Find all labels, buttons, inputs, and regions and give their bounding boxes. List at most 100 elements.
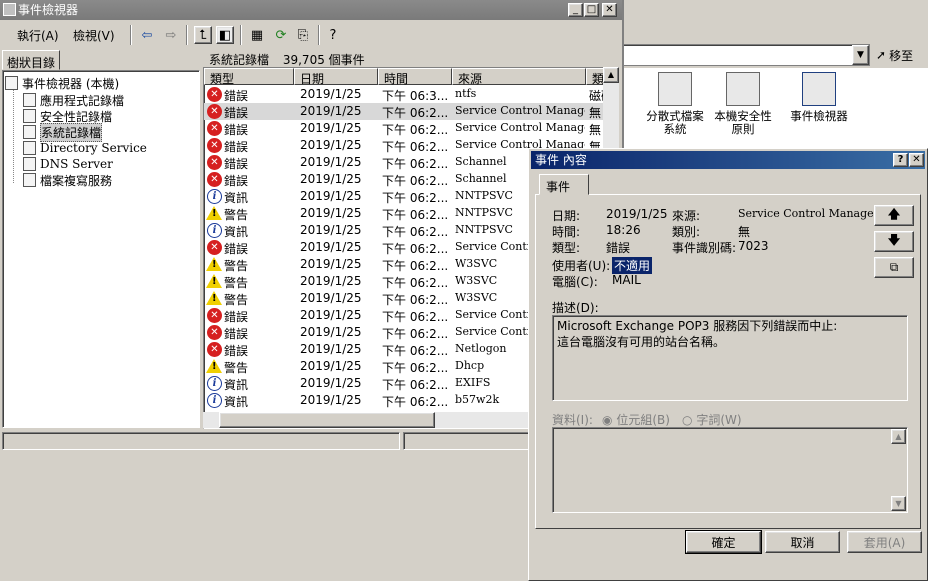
radio-empty-icon: ○ (682, 413, 693, 427)
dialog-titlebar: 事件 內容 ? ✕ (531, 151, 925, 169)
data-box[interactable]: ▲ ▼ (552, 427, 908, 513)
previous-event-button[interactable]: 🡅 (874, 205, 914, 226)
words-radio[interactable]: ○ 字詞(W) (682, 411, 742, 428)
tree-pane: 事件檢視器 (本機) 應用程式記錄檔 安全性記錄檔 系統記錄檔 Director… (2, 70, 200, 428)
tree-item-application[interactable]: 應用程式記錄檔 (23, 92, 124, 108)
cell-time: 下午 06:3... (382, 89, 449, 103)
cell-date: 2019/1/25 (300, 121, 362, 135)
tree-root[interactable]: 事件檢視器 (本機) (5, 75, 119, 91)
column-header-source[interactable]: 來源 (452, 68, 586, 86)
column-header-date[interactable]: 日期 (294, 68, 378, 86)
export-list-icon[interactable]: ⎘ (294, 26, 312, 44)
dropdown-arrow-icon[interactable]: ▼ (852, 45, 869, 65)
cell-time: 下午 06:2... (382, 106, 449, 120)
error-icon: ✕ (207, 240, 222, 255)
info-icon: i (207, 223, 222, 238)
data-scroll-down-icon[interactable]: ▼ (891, 496, 906, 511)
cell-type: 資訊 (224, 378, 249, 392)
up-folder-icon[interactable]: ⮤ (194, 26, 212, 44)
cell-type: 錯誤 (224, 123, 249, 137)
cell-time: 下午 06:2... (382, 191, 449, 205)
category-value: 無 (738, 225, 751, 239)
cell-type: 錯誤 (224, 174, 249, 188)
list-title: 系統記錄檔 (209, 53, 270, 67)
tree-item-dns-server[interactable]: DNS Server (23, 156, 113, 172)
cell-type: 資訊 (224, 395, 249, 409)
tree-item-directory-service[interactable]: Directory Service (23, 140, 147, 156)
cell-date: 2019/1/25 (300, 189, 362, 203)
event-count: 39,705 個事件 (282, 53, 365, 67)
description-box[interactable]: Microsoft Exchange POP3 服務因下列錯誤而中止: 這台電腦… (552, 315, 908, 401)
cancel-button[interactable]: 取消 (765, 531, 840, 553)
dialog-close-button[interactable]: ✕ (909, 153, 924, 167)
user-value[interactable]: 不適用 (612, 257, 653, 274)
menu-toolbar: 執行(A) 檢視(V) ⇦ ⇨ ⮤ ◧ ▦ ⟳ ⎘ ? (0, 21, 622, 47)
cell-time: 下午 06:2... (382, 123, 449, 137)
menu-action[interactable]: 執行(A) (12, 25, 64, 46)
back-arrow-icon[interactable]: ⇦ (138, 26, 156, 44)
cell-time: 下午 06:2... (382, 327, 449, 341)
maximize-button[interactable]: □ (584, 3, 599, 17)
data-scroll-up-icon[interactable]: ▲ (891, 429, 906, 444)
column-header-time[interactable]: 時間 (378, 68, 452, 86)
data-label: 資料(I): (552, 413, 593, 427)
go-button[interactable]: ➚ 移至 (876, 44, 926, 66)
description-label: 描述(D): (552, 301, 599, 315)
cell-time: 下午 06:2... (382, 395, 449, 409)
event-viewer-shortcut[interactable]: 事件檢視器 (774, 72, 864, 123)
copy-icon: ⧉ (889, 260, 899, 274)
scroll-thumb[interactable] (219, 412, 435, 428)
help-button[interactable]: ? (893, 153, 908, 167)
tab-event[interactable]: 事件 (539, 174, 589, 195)
computer-icon (5, 76, 18, 90)
scroll-up-icon[interactable]: ▲ (603, 67, 619, 83)
tab-tree[interactable]: 樹狀目錄 (2, 50, 60, 70)
cell-time: 下午 06:2... (382, 344, 449, 358)
forward-arrow-icon[interactable]: ⇨ (162, 26, 180, 44)
log-icon (23, 93, 36, 107)
cell-time: 下午 06:2... (382, 378, 449, 392)
table-row[interactable]: ✕錯誤2019/1/25下午 06:3...ntfs磁碟 (204, 86, 606, 103)
close-button[interactable]: ✕ (602, 3, 617, 17)
tree-item-file-replication[interactable]: 檔案複寫服務 (23, 172, 112, 188)
cell-type: 警告 (224, 259, 249, 273)
table-row[interactable]: ✕ 錯誤 2019/1/25 下午 06:2... Service Control Ma… (204, 120, 606, 137)
dfs-icon (658, 72, 692, 106)
refresh-icon[interactable]: ⟳ (272, 26, 290, 44)
error-icon: ✕ (207, 172, 222, 187)
cell-time: 下午 06:2... (382, 293, 449, 307)
menu-view[interactable]: 檢視(V) (68, 25, 120, 46)
cell-source: Service Control Manager (455, 121, 585, 134)
ok-button[interactable]: 確定 (685, 530, 762, 554)
computer-label: 電腦(C): (552, 275, 598, 289)
cell-type: 警告 (224, 361, 249, 375)
warning-icon (206, 206, 222, 220)
cell-time: 下午 06:2... (382, 157, 449, 171)
cell-date: 2019/1/25 (300, 223, 362, 237)
toolbar-separator (318, 25, 320, 45)
cell-source: ntfs (455, 87, 477, 100)
address-field[interactable]: ▼ (622, 44, 870, 66)
table-row[interactable]: ✕ 錯誤 2019/1/25 下午 06:2... Service Control Ma… (204, 103, 606, 120)
show-tree-icon[interactable]: ◧ (216, 26, 234, 44)
apply-button[interactable]: 套用(A) (847, 531, 922, 553)
help-icon[interactable]: ? (324, 26, 342, 44)
next-event-button[interactable]: 🡇 (874, 231, 914, 252)
column-header-type[interactable]: 類型 (204, 68, 294, 86)
cell-type: 警告 (224, 293, 249, 307)
cell-date: 2019/1/25 (300, 172, 362, 186)
date-value: 2019/1/25 (606, 207, 668, 221)
cell-date: 2019/1/25 (300, 393, 362, 407)
bytes-radio[interactable]: ◉ 位元組(B) (602, 411, 670, 428)
error-icon: ✕ (207, 87, 222, 102)
category-label: 類別: (672, 225, 701, 239)
arrow-down-icon: 🡇 (887, 233, 901, 247)
cell-type: 資訊 (224, 225, 249, 239)
error-icon: ✕ (207, 155, 222, 170)
cell-time: 下午 06:2... (382, 310, 449, 324)
copy-button[interactable]: ⧉ (874, 257, 914, 278)
properties-icon[interactable]: ▦ (248, 26, 266, 44)
minimize-button[interactable]: _ (568, 3, 583, 17)
tree-item-system[interactable]: 系統記錄檔 (23, 122, 103, 142)
cell-date: 2019/1/25 (300, 342, 362, 356)
